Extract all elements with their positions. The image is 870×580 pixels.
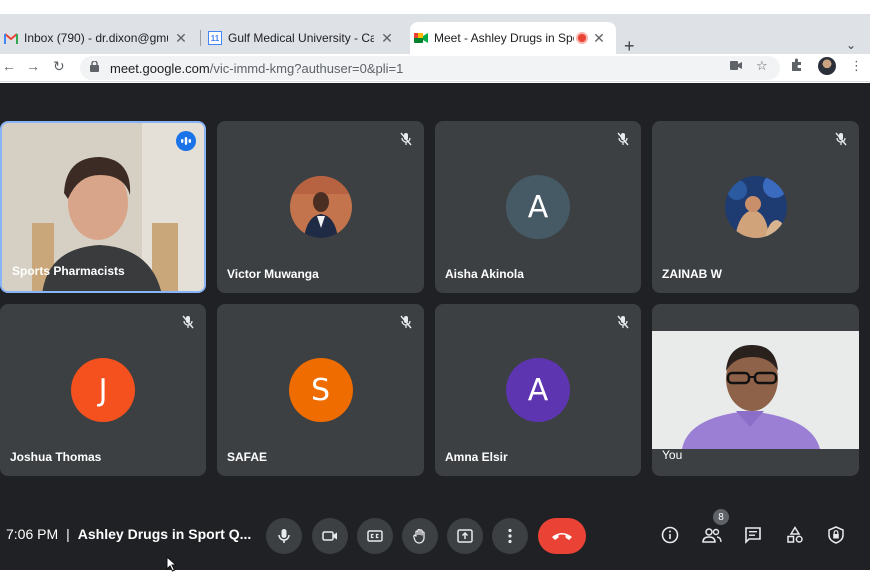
close-tab-icon[interactable]: ✕	[174, 30, 188, 47]
lock-icon	[90, 60, 102, 75]
meet-stage: Sports Pharmacists Victor Muwanga A Aish…	[0, 83, 870, 570]
participant-name: SAFAE	[227, 450, 268, 464]
tab-strip: Inbox (790) - dr.dixon@gmu.ac ✕ 11 Gulf …	[0, 14, 870, 56]
meeting-info: 7:06 PM | Ashley Drugs in Sport Q...	[6, 526, 251, 542]
speaking-indicator-icon	[176, 131, 196, 151]
participant-name: Joshua Thomas	[10, 450, 102, 464]
participant-name: ZAINAB W	[662, 267, 722, 281]
participant-tile-joshua-thomas[interactable]: J Joshua Thomas	[0, 304, 206, 476]
shield-lock-icon	[828, 526, 844, 544]
participant-name: Sports Pharmacists	[12, 264, 125, 278]
people-icon	[702, 528, 722, 543]
participant-tile-amna-elsir[interactable]: A Amna Elsir	[435, 304, 641, 476]
camera-in-use-icon[interactable]	[730, 58, 742, 73]
meeting-controls: 7:06 PM | Ashley Drugs in Sport Q...	[0, 510, 870, 560]
participant-name: Amna Elsir	[445, 450, 508, 464]
address-bar: ← → ↻ meet.google.com/vic-immd-kmg?authu…	[0, 54, 870, 82]
calendar-icon: 11	[208, 31, 222, 45]
meeting-name: Ashley Drugs in Sport Q...	[77, 526, 252, 542]
close-tab-icon[interactable]: ✕	[380, 30, 394, 47]
chat-icon	[745, 527, 761, 544]
url-field[interactable]: meet.google.com/vic-immd-kmg?authuser=0&…	[80, 56, 780, 80]
participant-photo	[289, 176, 352, 238]
people-button[interactable]	[699, 522, 725, 548]
more-options-button[interactable]	[492, 518, 528, 554]
participant-name: Victor Muwanga	[227, 267, 319, 281]
participant-avatar: J	[71, 358, 135, 422]
raise-hand-button[interactable]	[402, 518, 438, 554]
extensions-icon[interactable]	[790, 58, 803, 74]
participant-avatar: A	[506, 358, 570, 422]
meet-icon	[414, 31, 428, 45]
activities-icon	[787, 526, 803, 543]
tab-title: Inbox (790) - dr.dixon@gmu.ac	[24, 31, 168, 45]
hand-icon	[413, 528, 425, 544]
mic-icon	[278, 529, 290, 543]
mic-off-icon	[396, 129, 416, 149]
tab-meet[interactable]: Meet - Ashley Drugs in Spo ✕	[410, 22, 616, 54]
participant-tile-safae[interactable]: S SAFAE	[217, 304, 424, 476]
present-screen-button[interactable]	[447, 518, 483, 554]
info-icon	[661, 526, 679, 544]
more-vert-icon[interactable]: ⋮	[850, 58, 863, 74]
recording-icon	[578, 34, 586, 42]
mouse-pointer-icon	[166, 556, 178, 572]
participant-tile-you[interactable]: You	[652, 304, 859, 476]
close-tab-icon[interactable]: ✕	[592, 30, 606, 47]
participant-name: You	[662, 448, 683, 462]
leave-call-button[interactable]	[538, 518, 586, 554]
participant-tile-sports-pharmacists[interactable]: Sports Pharmacists	[0, 121, 206, 293]
profile-avatar[interactable]	[818, 57, 836, 75]
chevron-down-icon[interactable]: ⌄	[846, 38, 856, 52]
meeting-details-button[interactable]	[657, 522, 683, 548]
mic-off-icon	[178, 312, 198, 332]
more-vert-icon	[508, 528, 512, 544]
tab-divider	[200, 30, 201, 46]
participant-tile-aisha-akinola[interactable]: A Aisha Akinola	[435, 121, 641, 293]
tab-title: Gulf Medical University - Calen	[228, 31, 374, 45]
bookmark-star-icon[interactable]: ☆	[756, 58, 768, 74]
host-controls-button[interactable]	[823, 522, 849, 548]
mic-off-icon	[613, 312, 633, 332]
tab-calendar[interactable]: 11 Gulf Medical University - Calen ✕	[204, 22, 404, 54]
mic-off-icon	[831, 129, 851, 149]
back-icon[interactable]: ←	[2, 58, 16, 74]
tab-title: Meet - Ashley Drugs in Spo	[434, 31, 574, 45]
participant-photo	[724, 176, 787, 238]
participant-avatar: S	[288, 358, 353, 422]
url-path: /vic-immd-kmg?authuser=0&pli=1	[209, 60, 404, 76]
closed-captions-icon	[367, 530, 383, 542]
participant-avatar: A	[506, 175, 570, 239]
call-end-icon	[552, 533, 572, 540]
participant-name: Aisha Akinola	[445, 267, 524, 281]
mic-off-icon	[396, 312, 416, 332]
url-host: meet.google.com	[110, 60, 210, 76]
camera-button[interactable]	[312, 518, 348, 554]
reload-icon[interactable]: ↻	[53, 58, 65, 75]
forward-icon[interactable]: →	[26, 58, 40, 74]
chat-button[interactable]	[740, 522, 766, 548]
meeting-info-separator: |	[66, 526, 70, 542]
participant-tile-zainab-w[interactable]: ZAINAB W	[652, 121, 859, 293]
meeting-time: 7:06 PM	[6, 526, 59, 542]
participant-tile-victor-muwanga[interactable]: Victor Muwanga	[217, 121, 424, 293]
mic-off-icon	[613, 129, 633, 149]
gmail-icon	[4, 31, 18, 45]
present-to-all-icon	[457, 529, 473, 543]
people-count-badge: 8	[713, 509, 729, 525]
videocam-icon	[322, 531, 337, 541]
activities-button[interactable]	[782, 522, 808, 548]
tab-gmail[interactable]: Inbox (790) - dr.dixon@gmu.ac ✕	[0, 22, 198, 54]
captions-button[interactable]	[357, 518, 393, 554]
self-video	[652, 331, 859, 449]
microphone-button[interactable]	[266, 518, 302, 554]
